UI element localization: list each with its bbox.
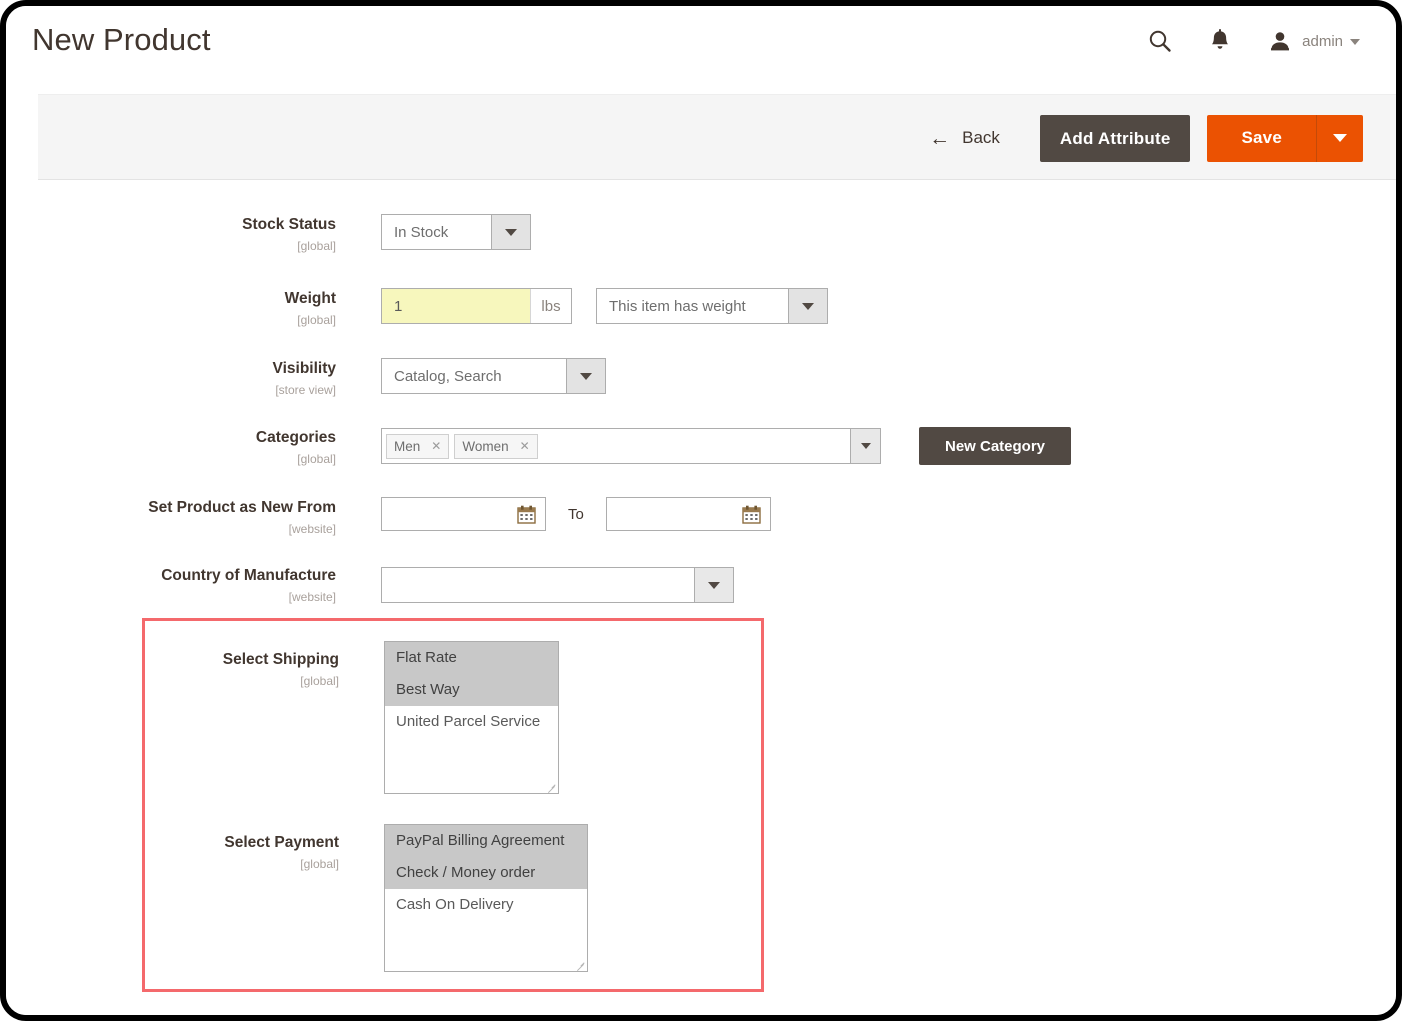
- chevron-down-icon: [566, 359, 605, 393]
- page-actions-toolbar: ← Back Add Attribute Save: [38, 94, 1396, 180]
- visibility-select[interactable]: Catalog, Search: [381, 358, 606, 394]
- category-chip[interactable]: Men ✕: [386, 433, 450, 459]
- select-shipping-listbox[interactable]: Flat Rate Best Way United Parcel Service: [384, 641, 559, 794]
- new-from-label: Set Product as New From [website]: [6, 499, 336, 538]
- close-x-icon[interactable]: ✕: [431, 439, 441, 453]
- add-attribute-button[interactable]: Add Attribute: [1039, 114, 1191, 162]
- calendar-icon[interactable]: [742, 505, 761, 524]
- date-to-label: To: [568, 505, 584, 523]
- new-from-date-input[interactable]: [382, 498, 526, 530]
- stock-status-label: Stock Status [global]: [6, 216, 336, 255]
- select-payment-listbox[interactable]: PayPal Billing Agreement Check / Money o…: [384, 824, 588, 972]
- categories-label: Categories [global]: [6, 429, 336, 468]
- new-from-scope: [website]: [288, 522, 336, 536]
- screenshot-frame: New Product admin ← Back Add Attribute S…: [0, 0, 1402, 1021]
- chevron-down-icon: [860, 443, 871, 449]
- weight-unit-label: lbs: [530, 289, 571, 323]
- new-from-date-field: [381, 497, 546, 531]
- has-weight-value: This item has weight: [609, 297, 746, 315]
- page-title: New Product: [32, 22, 211, 57]
- user-avatar-icon: [1265, 26, 1295, 56]
- back-button[interactable]: ← Back: [919, 122, 1010, 155]
- list-item[interactable]: PayPal Billing Agreement: [385, 825, 587, 857]
- list-item[interactable]: Check / Money order: [385, 857, 587, 889]
- select-shipping-scope: [global]: [300, 674, 339, 688]
- category-chip[interactable]: Women ✕: [454, 433, 538, 459]
- new-to-date-field: [605, 497, 771, 531]
- list-item[interactable]: Cash On Delivery: [385, 889, 587, 921]
- categories-scope: [global]: [297, 452, 336, 466]
- country-select[interactable]: [381, 567, 734, 603]
- save-split-button: Save: [1207, 114, 1363, 162]
- chevron-down-icon: [1350, 39, 1360, 45]
- arrow-left-icon: ←: [929, 126, 951, 150]
- list-item[interactable]: Best Way: [385, 674, 558, 706]
- select-payment-label: Select Payment [global]: [9, 834, 339, 873]
- weight-label: Weight [global]: [6, 290, 336, 329]
- header-actions: admin: [1145, 26, 1360, 56]
- category-chip-label: Women: [462, 438, 509, 454]
- search-icon[interactable]: [1145, 26, 1175, 56]
- calendar-icon[interactable]: [517, 505, 536, 524]
- admin-user-name: admin: [1302, 32, 1343, 50]
- close-x-icon[interactable]: ✕: [520, 439, 530, 453]
- visibility-value: Catalog, Search: [394, 367, 502, 385]
- save-options-toggle[interactable]: [1316, 114, 1363, 162]
- weight-input-group: lbs: [381, 288, 572, 324]
- has-weight-select[interactable]: This item has weight: [596, 288, 828, 324]
- category-chip-label: Men: [394, 438, 421, 454]
- select-payment-scope: [global]: [300, 857, 339, 871]
- admin-user-menu[interactable]: admin: [1265, 26, 1360, 56]
- visibility-scope: [store view]: [275, 383, 336, 397]
- list-item[interactable]: United Parcel Service: [385, 706, 558, 738]
- chevron-down-icon: [1333, 134, 1347, 142]
- admin-page: New Product admin ← Back Add Attribute S…: [6, 6, 1396, 1015]
- stock-status-value: In Stock: [394, 223, 449, 241]
- list-item[interactable]: Flat Rate: [385, 642, 558, 674]
- stock-status-scope: [global]: [297, 239, 336, 253]
- country-scope: [website]: [288, 590, 336, 604]
- categories-dropdown-toggle[interactable]: [851, 428, 881, 464]
- new-category-button[interactable]: New Category: [919, 427, 1072, 465]
- chevron-down-icon: [694, 568, 733, 602]
- highlight-annotation-box: Select Shipping [global] Flat Rate Best …: [142, 618, 764, 992]
- weight-input[interactable]: [382, 289, 530, 323]
- new-to-date-input[interactable]: [606, 498, 751, 530]
- chevron-down-icon: [491, 215, 530, 249]
- stock-status-select[interactable]: In Stock: [381, 214, 531, 250]
- save-button[interactable]: Save: [1207, 114, 1316, 162]
- resize-handle[interactable]: [546, 782, 556, 792]
- admin-header: New Product admin: [6, 6, 1396, 88]
- country-value: [382, 568, 694, 602]
- categories-multiselect[interactable]: Men ✕ Women ✕: [381, 428, 851, 464]
- chevron-down-icon: [788, 289, 827, 323]
- weight-scope: [global]: [297, 313, 336, 327]
- back-button-label: Back: [962, 128, 1000, 147]
- select-shipping-label: Select Shipping [global]: [9, 651, 339, 690]
- visibility-label: Visibility [store view]: [6, 360, 336, 399]
- country-label: Country of Manufacture [website]: [6, 567, 336, 606]
- bell-icon[interactable]: [1205, 26, 1235, 56]
- resize-handle[interactable]: [575, 960, 585, 970]
